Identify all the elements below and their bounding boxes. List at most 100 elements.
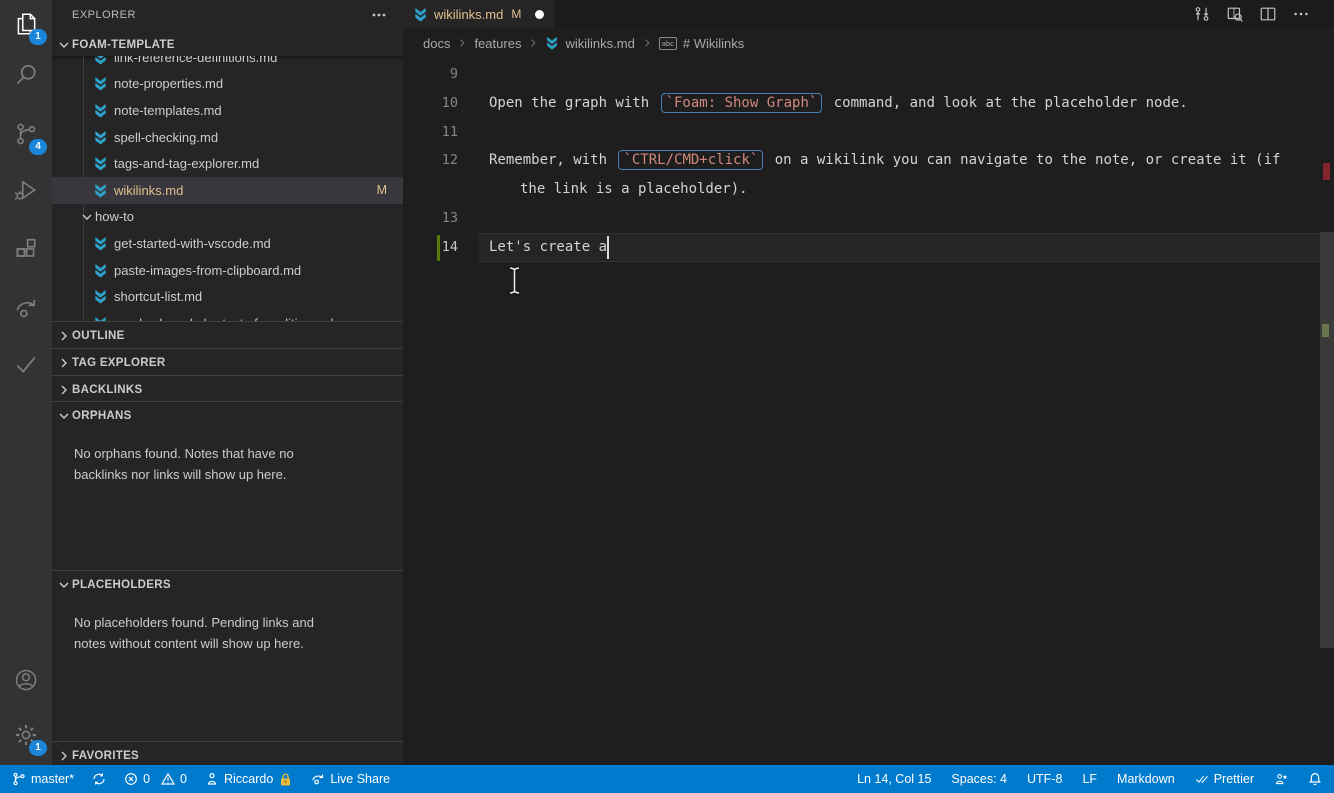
status-right: Ln 14, Col 15 Spaces: 4 UTF-8 LF Markdow…	[857, 772, 1322, 786]
sync-icon	[93, 773, 105, 785]
chevron-down-icon	[56, 577, 72, 593]
activity-explorer[interactable]: 1	[0, 0, 52, 48]
tree-item[interactable]: shortcut-list.md	[52, 283, 403, 310]
activity-accounts[interactable]	[0, 656, 52, 704]
activity-live-share[interactable]	[0, 284, 52, 332]
activity-settings[interactable]: 1	[0, 711, 52, 759]
section-backlinks-header[interactable]: BACKLINKS	[52, 376, 403, 403]
problems-item[interactable]: 0 0	[124, 772, 187, 786]
inline-code-span[interactable]: `Foam: Show Graph`	[660, 93, 823, 113]
extensions-icon	[16, 238, 36, 257]
error-icon	[125, 773, 137, 785]
file-name: shortcut-list.md	[114, 289, 203, 305]
file-name: link-reference-definitions.md	[114, 56, 278, 65]
run-debug-icon	[14, 180, 37, 200]
live-share-icon	[16, 299, 35, 318]
section-placeholders-header[interactable]: PLACEHOLDERS	[52, 571, 403, 598]
section-outline-header[interactable]: OUTLINE	[52, 322, 403, 349]
tree-item[interactable]: paste-images-from-clipboard.md	[52, 257, 403, 284]
account-icon	[15, 669, 37, 691]
folder-name: how-to	[95, 209, 135, 225]
tree-item[interactable]: use-keyboard-shortcuts-for-editing.md	[52, 310, 403, 321]
activity-search[interactable]	[0, 51, 52, 99]
markdown-file-icon	[95, 103, 106, 118]
markdown-file-icon	[95, 157, 106, 171]
chevron-down-icon	[56, 408, 72, 424]
chevron-right-icon	[56, 328, 72, 344]
tree-item[interactable]: note-templates.md	[52, 97, 403, 124]
feedback-item[interactable]	[1274, 772, 1288, 786]
encoding-label: UTF-8	[1027, 772, 1063, 786]
markdown-file-icon	[95, 56, 106, 65]
language-mode-item[interactable]: Markdown	[1117, 772, 1175, 786]
code-line: 11	[403, 118, 1320, 147]
file-name: tags-and-tag-explorer.md	[114, 156, 260, 172]
tree-item[interactable]: get-started-with-vscode.md	[52, 230, 403, 257]
eol-item[interactable]: LF	[1082, 772, 1097, 786]
tree-item-selected[interactable]: wikilinks.md M	[52, 176, 403, 204]
chevron-down-icon	[56, 37, 72, 53]
file-name: get-started-with-vscode.md	[114, 235, 271, 251]
sync-item[interactable]	[92, 772, 106, 786]
code-line-wrapped: the link is a placeholder).	[403, 175, 1320, 204]
feedback-icon	[1275, 774, 1288, 785]
live-share-user-item[interactable]: Riccardo	[205, 772, 293, 787]
inline-code-span[interactable]: `CTRL/CMD+click`	[618, 150, 764, 170]
notifications-item[interactable]	[1308, 772, 1322, 786]
tree-item[interactable]: note-properties.md	[52, 71, 403, 98]
vscode-window: 1 4 1 EXPLORER FOAM-TEMPLATE link-refere…	[0, 0, 1334, 793]
tree-item[interactable]: link-reference-definitions.md	[52, 56, 403, 71]
section-tag-explorer-header[interactable]: TAG EXPLORER	[52, 349, 403, 376]
tree-folder[interactable]: how-to	[52, 204, 403, 231]
check-icon	[16, 356, 36, 373]
sidebar-title: EXPLORER	[52, 0, 403, 30]
markdown-file-icon	[95, 77, 106, 91]
encoding-item[interactable]: UTF-8	[1027, 772, 1062, 786]
tree-item[interactable]: spell-checking.md	[52, 124, 403, 151]
activity-extensions[interactable]	[0, 226, 52, 274]
live-share-item[interactable]: Live Share	[311, 772, 390, 786]
chevron-right-icon	[56, 382, 72, 398]
live-share-label: Live Share	[330, 772, 391, 786]
indentation-item[interactable]: Spaces: 4	[951, 772, 1007, 786]
activity-source-control[interactable]: 4	[0, 110, 52, 158]
orphans-empty-message: No orphans found. Notes that have no bac…	[74, 446, 294, 482]
markdown-file-icon	[95, 263, 106, 278]
section-orphans-header[interactable]: ORPHANS	[52, 402, 403, 429]
branch-label: master*	[31, 772, 75, 786]
search-icon	[16, 64, 36, 85]
project-root-header[interactable]: FOAM-TEMPLATE	[52, 34, 403, 56]
code-line-current: 14 Let's create a	[403, 233, 1320, 262]
chevron-right-icon	[56, 748, 72, 764]
ellipsis-icon	[372, 13, 386, 17]
line-text: Remember, with `CTRL/CMD+click` on a wik…	[489, 150, 1281, 170]
activity-tasks[interactable]	[0, 340, 52, 388]
section-orphans: ORPHANS No orphans found. Notes that hav…	[52, 401, 403, 571]
cursor-position-item[interactable]: Ln 14, Col 15	[857, 772, 931, 786]
file-tree: link-reference-definitions.md note-prope…	[52, 56, 403, 321]
vertical-scrollbar[interactable]	[1320, 232, 1334, 648]
sidebar-title-label: EXPLORER	[72, 9, 136, 21]
section-tag-explorer: TAG EXPLORER	[52, 348, 403, 376]
text-cursor	[607, 236, 609, 259]
section-label: TAG EXPLORER	[72, 356, 166, 369]
activity-bar: 1 4 1	[0, 0, 52, 765]
explorer-badge: 1	[29, 29, 47, 45]
section-label: BACKLINKS	[72, 383, 143, 396]
file-name: paste-images-from-clipboard.md	[114, 262, 302, 278]
file-name: note-templates.md	[114, 102, 222, 118]
explorer-more-actions[interactable]	[369, 5, 389, 25]
code-line: 9	[403, 60, 1320, 89]
markdown-file-icon	[95, 183, 106, 198]
tree-item[interactable]: tags-and-tag-explorer.md	[52, 150, 403, 177]
line-number: 9	[449, 66, 458, 82]
git-branch-item[interactable]: master*	[12, 772, 74, 786]
line-text: the link is a placeholder).	[520, 181, 748, 197]
code-area[interactable]: 9 10 Open the graph with `Foam: Show Gra…	[403, 0, 1334, 765]
line-number: 14	[441, 239, 458, 255]
activity-run-debug[interactable]	[0, 166, 52, 214]
editor-group: wikilinks.md M docs features wikilinks.m…	[403, 0, 1334, 765]
bell-icon	[1309, 772, 1321, 786]
mouse-ibeam-cursor	[509, 267, 520, 294]
formatter-item[interactable]: Prettier	[1195, 772, 1254, 786]
